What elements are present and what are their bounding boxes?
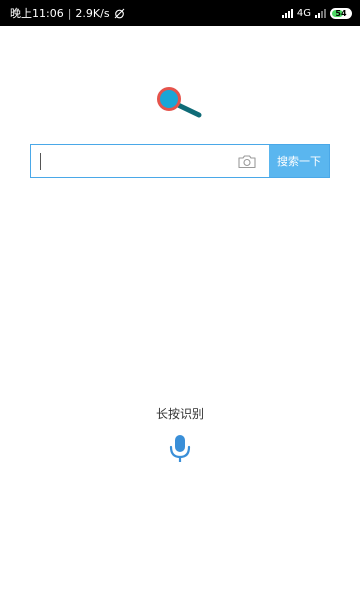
microphone-icon[interactable] — [168, 434, 192, 464]
magnifier-logo-icon — [157, 87, 202, 118]
alarm-off-icon — [114, 8, 124, 18]
search-input-wrapper — [31, 145, 269, 177]
voice-hint-label: 长按识别 — [155, 407, 204, 421]
signal-strength-icon — [281, 8, 293, 18]
status-speed: 2.9K/s — [75, 6, 110, 20]
status-right: 4G 54 — [281, 7, 352, 19]
signal-strength-secondary-icon — [315, 8, 326, 18]
status-separator: | — [67, 6, 72, 20]
status-left: 晚上11:06 | 2.9K/s — [10, 5, 125, 21]
status-bar: 晚上11:06 | 2.9K/s 4G 54 — [0, 0, 360, 26]
battery-level: 54 — [335, 8, 347, 18]
network-type: 4G — [296, 7, 311, 19]
search-button[interactable]: 搜索一下 — [269, 145, 329, 177]
status-time: 晚上11:06 — [10, 7, 64, 20]
search-input[interactable] — [31, 145, 269, 177]
camera-icon[interactable] — [237, 154, 257, 169]
search-bar: 搜索一下 — [30, 144, 330, 178]
battery-icon: 54 — [330, 7, 352, 19]
text-cursor — [40, 153, 41, 170]
